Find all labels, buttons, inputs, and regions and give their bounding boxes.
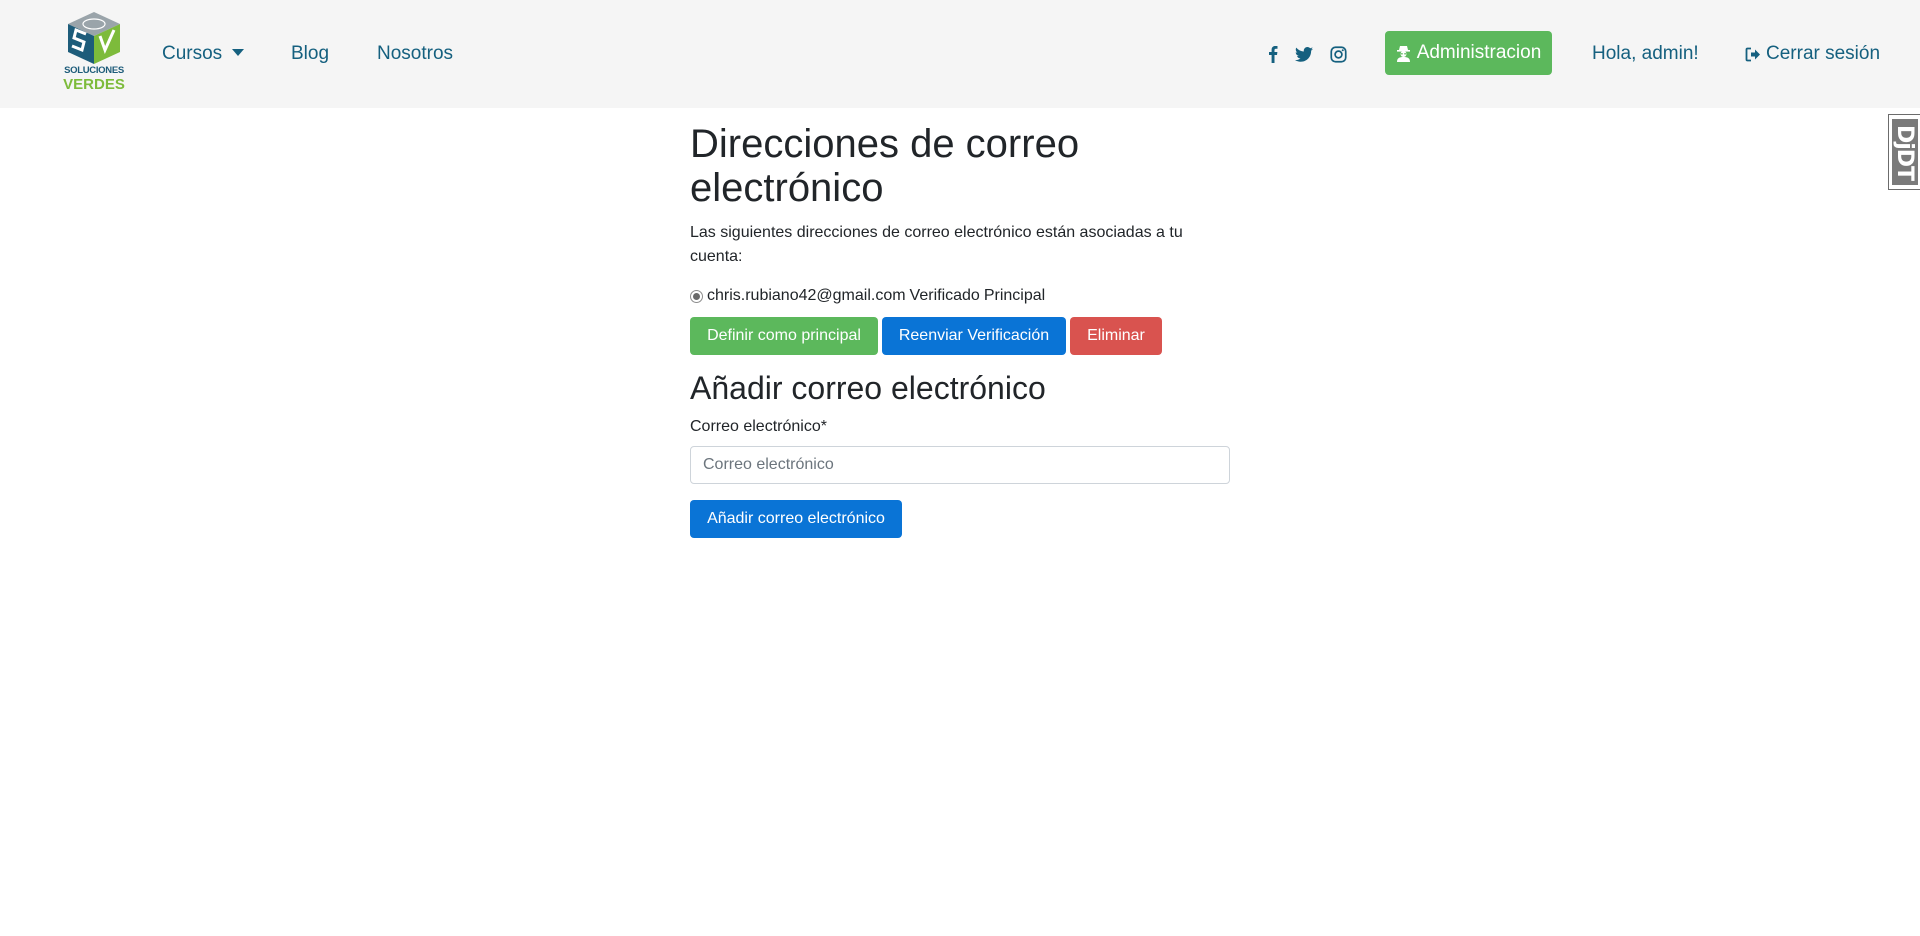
add-email-button[interactable]: Añadir correo electrónico [690,500,902,538]
logout-label: Cerrar sesión [1766,43,1881,64]
email-primary-badge: Principal [983,287,1046,304]
sign-out-icon [1745,47,1760,61]
debug-toolbar-label: DjDT [1892,124,1918,180]
navbar: SOLUCIONES VERDES Cursos Blog Nosotros A… [0,0,1920,108]
logout-link[interactable]: Cerrar sesión [1745,43,1880,65]
email-field-label: Correo electrónico* [690,418,827,435]
intro-text: Las siguientes direcciones de correo ele… [690,224,1183,265]
email-list-item: chris.rubiano42@gmail.com Verificado Pri… [690,286,1045,306]
email-radio[interactable] [690,289,703,303]
brand-line1: SOLUCIONES [64,65,124,76]
email-field[interactable] [690,446,1230,484]
resend-verification-button[interactable]: Reenviar Verificación [882,317,1066,355]
remove-email-button[interactable]: Eliminar [1070,317,1162,355]
nav-item-nosotros[interactable]: Nosotros [377,43,453,65]
instagram-icon[interactable] [1328,43,1348,65]
nav-item-cursos[interactable]: Cursos [162,43,245,65]
brand-logo[interactable]: SOLUCIONES VERDES [62,10,126,98]
debug-toolbar-logo: DjDT [1892,119,1918,185]
add-email-heading: Añadir correo electrónico [690,370,1046,406]
admin-button-label: Administracion [1416,42,1542,63]
page-title: Direcciones de correo electrónico [690,122,1080,210]
debug-toolbar-handle[interactable]: DjDT [1888,114,1920,190]
nav-item-cursos-label: Cursos [162,43,223,64]
caret-down-icon [232,49,245,56]
twitter-icon[interactable] [1294,43,1314,65]
brand-line2: VERDES [63,76,125,93]
make-primary-button[interactable]: Definir como principal [690,317,878,355]
user-secret-icon [1396,45,1410,62]
radio-dot [693,292,700,300]
facebook-icon[interactable] [1266,43,1280,65]
cube-logo-icon [68,12,120,64]
user-greeting-link[interactable]: Hola, admin! [1592,43,1699,65]
nav-item-blog[interactable]: Blog [291,43,329,65]
email-verified-badge: Verificado [909,287,980,304]
admin-button[interactable]: Administracion [1385,31,1552,75]
email-address: chris.rubiano42@gmail.com [707,287,906,304]
